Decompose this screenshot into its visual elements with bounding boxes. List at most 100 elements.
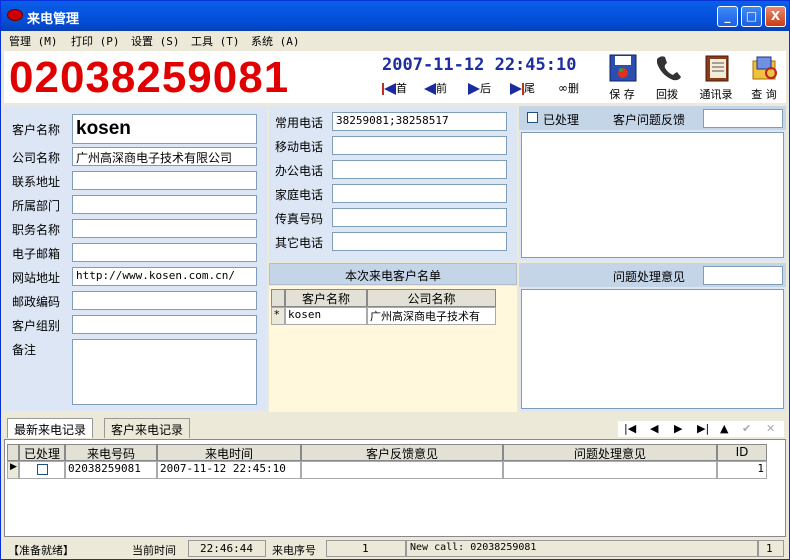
feedback-title: 客户问题反馈: [613, 113, 686, 127]
contacts-button[interactable]: 通讯录: [694, 51, 738, 103]
status-seq: 1: [362, 542, 369, 555]
callers-col-name[interactable]: 客户名称: [285, 289, 367, 307]
mobile-phone-field[interactable]: [332, 136, 507, 155]
save-button[interactable]: 保 存: [600, 51, 644, 103]
company-field[interactable]: 广州高深商电子技术有限公司: [72, 147, 257, 166]
email-field[interactable]: [72, 243, 257, 262]
binoculars-icon: ∞: [558, 81, 568, 95]
job-title-field[interactable]: [72, 219, 257, 238]
records-row-processed[interactable]: [19, 461, 65, 479]
label-office-phone: 办公电话: [275, 164, 324, 178]
other-phone-field[interactable]: [332, 232, 507, 251]
records-col-id[interactable]: ID: [717, 444, 767, 461]
processed-checkbox[interactable]: [527, 112, 538, 123]
tab-latest-calls[interactable]: 最新来电记录: [7, 418, 94, 438]
menu-tools[interactable]: 工具 (T): [191, 33, 240, 49]
nav-prev-label: 前: [436, 82, 447, 95]
menu-print[interactable]: 打印 (P): [71, 33, 120, 49]
records-row-id[interactable]: 1: [717, 461, 767, 479]
app-phone-icon: [7, 9, 23, 21]
records-row-processed-checkbox[interactable]: [36, 463, 48, 475]
status-current-time-label: 当前时间: [132, 544, 176, 557]
callers-row-company[interactable]: 广州高深商电子技术有: [367, 307, 496, 325]
fax-field[interactable]: [332, 208, 507, 227]
website-field[interactable]: http://www.kosen.com.cn/: [72, 267, 257, 286]
common-phone-field[interactable]: 38259081;38258517: [332, 112, 507, 131]
prev-arrow-icon: [424, 83, 436, 95]
dialback-button[interactable]: 回拨: [645, 51, 689, 103]
label-website: 网站地址: [12, 271, 61, 285]
records-row-opinion[interactable]: [503, 461, 717, 479]
office-phone-field[interactable]: [332, 160, 507, 179]
opinion-extra-field[interactable]: [703, 266, 783, 285]
postcode-field[interactable]: [72, 291, 257, 310]
save-label: 保 存: [609, 88, 635, 101]
label-company: 公司名称: [12, 151, 61, 165]
records-first-button[interactable]: |◀: [624, 422, 636, 435]
records-col-opinion[interactable]: 问题处理意见: [503, 444, 717, 461]
nav-last-button[interactable]: 尾: [510, 80, 535, 96]
telephone-icon: [657, 56, 681, 81]
feedback-header: 已处理 客户问题反馈: [519, 106, 786, 130]
customer-panel: 客户名称 kosen 公司名称 广州高深商电子技术有限公司 联系地址 所属部门 …: [4, 106, 267, 411]
records-col-processed[interactable]: 已处理: [19, 444, 65, 461]
nav-next-label: 后: [480, 82, 491, 95]
records-row-time[interactable]: 2007-11-12 22:45:10: [157, 461, 301, 479]
call-header: 02038259081 2007-11-12 22:45:10 首 前 后 尾 …: [4, 51, 786, 103]
nav-prev-button[interactable]: 前: [424, 80, 447, 96]
records-prev-button[interactable]: ◀: [650, 422, 658, 435]
records-row-number[interactable]: 02038259081: [65, 461, 157, 479]
contacts-label: 通讯录: [699, 88, 733, 101]
nav-delete-button[interactable]: ∞删: [558, 80, 579, 96]
title-bar[interactable]: 来电管理 _ □ X: [1, 1, 789, 31]
records-corner: [7, 444, 19, 461]
records-col-number[interactable]: 来电号码: [65, 444, 157, 461]
records-post-button[interactable]: ✔: [742, 422, 751, 435]
department-field[interactable]: [72, 195, 257, 214]
records-up-button[interactable]: ▲: [720, 422, 728, 435]
records-next-button[interactable]: ▶: [674, 422, 682, 435]
records-col-feedback[interactable]: 客户反馈意见: [301, 444, 503, 461]
close-button[interactable]: X: [765, 6, 786, 27]
customer-name-field[interactable]: kosen: [72, 114, 257, 144]
feedback-textarea[interactable]: [521, 132, 784, 258]
address-field[interactable]: [72, 171, 257, 190]
minimize-button[interactable]: _: [717, 6, 738, 27]
feedback-panel: 已处理 客户问题反馈: [519, 106, 786, 261]
callers-col-company[interactable]: 公司名称: [367, 289, 496, 307]
home-phone-field[interactable]: [332, 184, 507, 203]
tab-customer-calls[interactable]: 客户来电记录: [104, 418, 191, 438]
nav-next-button[interactable]: 后: [468, 80, 491, 96]
menu-system[interactable]: 系统 (A): [251, 33, 300, 49]
label-other-phone: 其它电话: [275, 236, 324, 250]
records-row-feedback[interactable]: [301, 461, 503, 479]
records-col-time[interactable]: 来电时间: [157, 444, 301, 461]
nav-last-label: 尾: [524, 82, 535, 95]
records-last-button[interactable]: ▶|: [697, 422, 709, 435]
label-home-phone: 家庭电话: [275, 188, 324, 202]
query-button[interactable]: 查 询: [742, 51, 786, 103]
menu-bar: 管理 (M) 打印 (P) 设置 (S) 工具 (T) 系统 (A): [1, 31, 789, 50]
group-field[interactable]: [72, 315, 257, 334]
incoming-phone-number: 02038259081: [9, 53, 290, 102]
callers-row-name[interactable]: kosen: [285, 307, 367, 325]
maximize-button[interactable]: □: [741, 6, 762, 27]
records-cancel-button[interactable]: ✕: [766, 422, 775, 435]
status-bar: 【准备就绪】 当前时间 22:46:44 来电序号 1 New call: 02…: [4, 539, 786, 558]
opinion-panel: 问题处理意见: [519, 263, 786, 412]
feedback-extra-field[interactable]: [703, 109, 783, 128]
callers-list: 客户名称 公司名称 * kosen 广州高深商电子技术有: [269, 286, 517, 412]
status-ready: 【准备就绪】: [8, 544, 74, 557]
menu-manage[interactable]: 管理 (M): [9, 33, 58, 49]
records-navigator: |◀ ◀ ▶ ▶| ▲ ✔ ✕: [618, 421, 784, 437]
address-book-icon: [705, 55, 729, 82]
callers-list-title: 本次来电客户名单: [269, 263, 517, 285]
menu-settings[interactable]: 设置 (S): [131, 33, 180, 49]
nav-first-button[interactable]: 首: [382, 80, 407, 96]
status-message: New call: 02038259081: [410, 542, 537, 553]
query-label: 查 询: [751, 88, 777, 101]
opinion-header: 问题处理意见: [519, 263, 786, 287]
opinion-textarea[interactable]: [521, 289, 784, 409]
notes-field[interactable]: [72, 339, 257, 405]
status-seq-label: 来电序号: [272, 544, 316, 557]
